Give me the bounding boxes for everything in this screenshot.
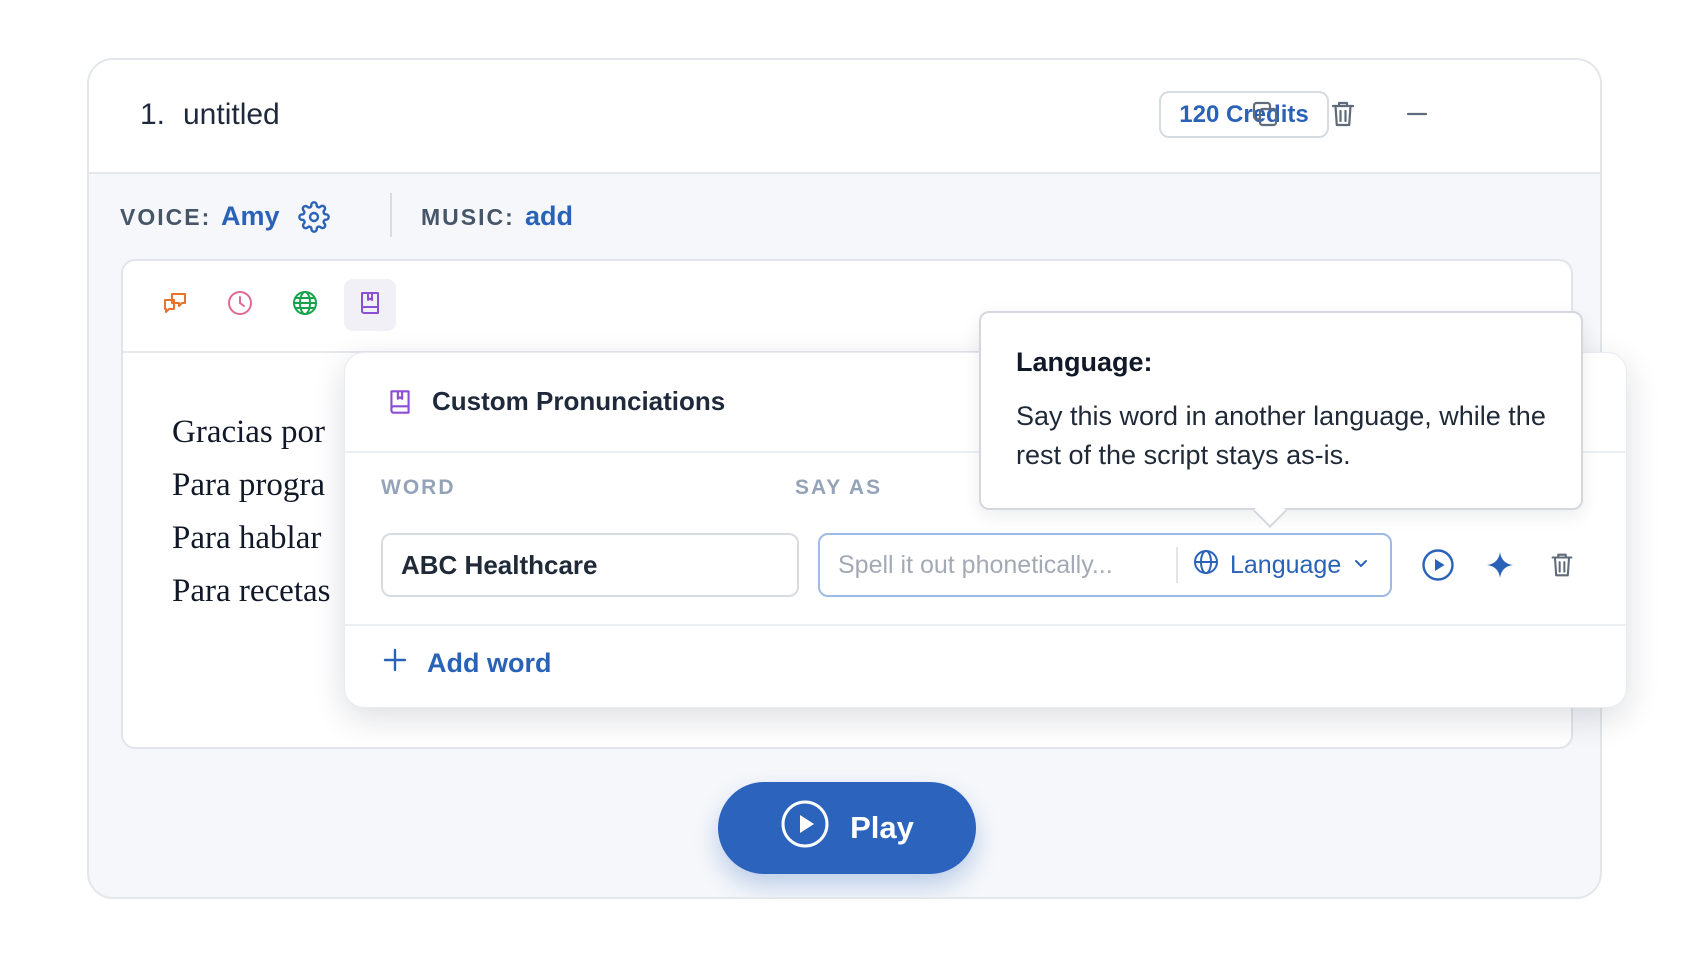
- music-label: MUSIC:: [421, 204, 515, 230]
- word-input[interactable]: ABC Healthcare: [381, 533, 799, 597]
- add-word-button[interactable]: Add word: [383, 648, 551, 679]
- tool-dialogue[interactable]: [149, 279, 201, 331]
- script-line: Gracias por: [172, 414, 326, 450]
- tool-pronunciations[interactable]: [344, 279, 396, 331]
- script-line: Para recetas: [172, 573, 331, 609]
- minimize-icon[interactable]: [1399, 96, 1435, 132]
- plus-icon: [383, 648, 407, 679]
- music-add-link[interactable]: add: [525, 201, 573, 232]
- globe-icon: [1192, 548, 1220, 583]
- book-icon: [356, 289, 384, 322]
- chevron-down-icon: [1351, 551, 1371, 580]
- tool-language[interactable]: [279, 279, 331, 331]
- say-as-field: Language: [818, 533, 1392, 597]
- sparkle-icon[interactable]: [1480, 545, 1520, 585]
- card-header: 1. untitled 120 Credits: [89, 60, 1600, 174]
- globe-icon: [291, 289, 319, 322]
- credits-badge[interactable]: 120 Credits: [1159, 91, 1329, 138]
- say-as-input[interactable]: [838, 535, 1168, 595]
- language-dropdown-label: Language: [1230, 550, 1342, 579]
- play-label: Play: [850, 810, 914, 845]
- book-icon: [385, 387, 415, 422]
- preview-play-icon[interactable]: [1418, 545, 1458, 585]
- card-title[interactable]: untitled: [183, 98, 280, 132]
- column-header-word: WORD: [381, 476, 456, 499]
- language-dropdown[interactable]: Language: [1192, 535, 1371, 595]
- panel-footer: Add word: [345, 624, 1626, 707]
- tooltip-title: Language:: [1016, 347, 1153, 377]
- delete-row-trash-icon[interactable]: [1542, 545, 1582, 585]
- card-number: 1.: [140, 98, 166, 131]
- field-divider: [1176, 547, 1178, 583]
- voice-settings-gear-icon[interactable]: [298, 201, 330, 238]
- script-text[interactable]: Gracias por Para progra Para hablar Para…: [172, 406, 330, 618]
- settings-row: VOICE: Amy MUSIC: add: [89, 176, 1600, 258]
- script-line: Para hablar: [172, 520, 322, 556]
- tool-pause[interactable]: [214, 279, 266, 331]
- chat-bubbles-icon: [161, 289, 189, 322]
- play-circle-icon: [780, 799, 830, 857]
- panel-title: Custom Pronunciations: [432, 386, 726, 416]
- add-word-label: Add word: [427, 648, 552, 678]
- play-button[interactable]: Play: [718, 782, 976, 874]
- column-header-say-as: SAY AS: [795, 476, 883, 499]
- tooltip-body: Say this word in another language, while…: [1016, 401, 1546, 470]
- voice-label: VOICE:: [120, 204, 212, 230]
- meta-divider: [390, 193, 392, 237]
- script-line: Para progra: [172, 467, 326, 503]
- voice-value[interactable]: Amy: [221, 201, 280, 232]
- clock-icon: [226, 289, 254, 322]
- duplicate-icon[interactable]: [1247, 96, 1283, 132]
- trash-icon[interactable]: [1325, 96, 1361, 132]
- language-tooltip: Language: Say this word in another langu…: [979, 311, 1583, 528]
